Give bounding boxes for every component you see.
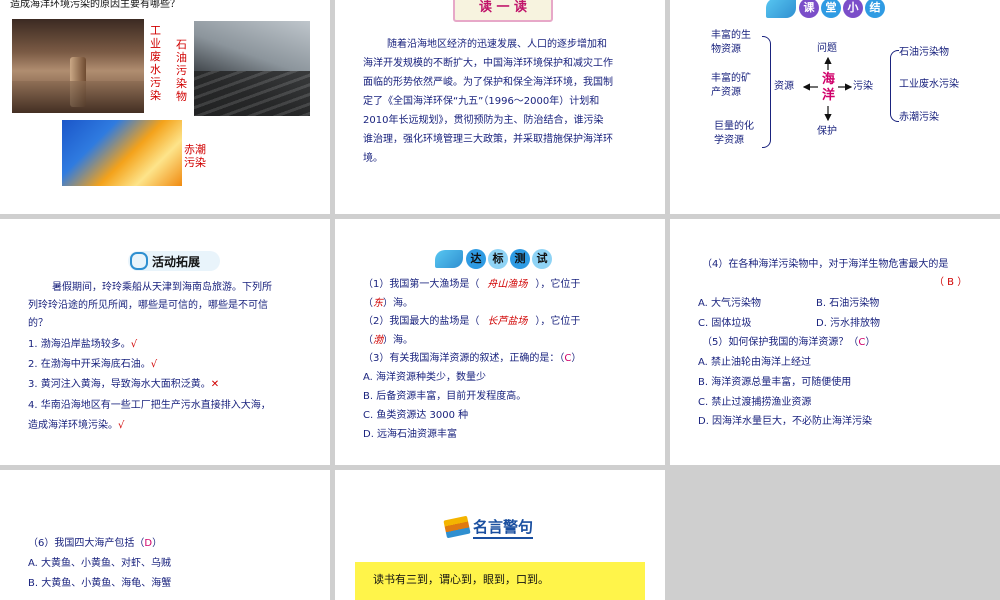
statement-4-cont: 造成海洋环境污染。√ [28, 420, 125, 431]
slide-test: 达 标 测 试 （1）我国第一大渔场是（ 舟山渔场 ），它位于 （东）海。 （2）我… [335, 219, 665, 465]
q3-option-d: D. 远海石油资源丰富 [363, 429, 458, 440]
q5-line: （5）如何保护我国的海洋资源？（C） [702, 337, 876, 348]
oil-pollutant: 石油污染物 [899, 47, 949, 58]
red-tide-photo [62, 120, 182, 186]
q4-line: （4）在各种海洋污染物中，对于海洋生物危害最大的是 [702, 259, 949, 270]
q3-option-c: C. 鱼类资源达 3000 种 [363, 410, 469, 421]
reading-line-4: 定了《全国海洋环保“九五”（1996～2000年）计划和 [363, 96, 600, 107]
reading-line-5: 2010年长远规划》，贯彻预防为主、防治结合，谁污染 [363, 115, 604, 126]
slide-summary: 课 堂 小 结 丰富的生 物资源 丰富的矿 产资源 巨量的化 学资源 资源 问题 海洋… [670, 0, 1000, 214]
statement-1: 1. 渤海沿岸盐场较多。√ [28, 339, 138, 350]
q6-option-b: B. 大黄鱼、小黄鱼、海龟、海蟹 [28, 578, 172, 589]
red-tide: 赤潮污染 [899, 112, 939, 123]
test-title-char-1: 达 [466, 249, 486, 269]
q2-line-2: （渤）海。 [363, 335, 413, 346]
q5-option-b: B. 海洋资源总量丰富，可随便使用 [698, 377, 852, 388]
intro-line-1: 暑假期间，玲玲乘船从天津到海南岛旅游。下列所 [52, 282, 272, 293]
reading-line-1: 随着沿海地区经济的迅速发展、人口的逐步增加和 [387, 39, 607, 50]
book-icon [435, 250, 463, 268]
question-text: 造成海洋环境污染的原因主要有哪些？ [10, 0, 180, 10]
intro-line-2: 列玲玲沿途的所见所闻，哪些是可信的，哪些是不可信 [28, 300, 268, 311]
q4-option-c: C. 固体垃圾 [698, 318, 752, 329]
slide-quote: 名言警句 读书有三到，谓心到，眼到，口到。 [335, 470, 665, 600]
books-icon [443, 515, 471, 539]
quote-box: 读书有三到，谓心到，眼到，口到。 [355, 562, 645, 600]
slide-reading: 读 一 读 随着沿海地区经济的迅速发展、人口的逐步增加和 海洋开发规模的不断扩大… [335, 0, 665, 214]
q6-option-a: A. 大黄鱼、小黄鱼、对虾、乌贼 [28, 558, 172, 569]
q4-option-b: B. 石油污染物 [816, 298, 880, 309]
q6-line: （6）我国四大海产包括（D） [28, 538, 163, 549]
q1-line-2: （东）海。 [363, 298, 413, 309]
oil-pollutant-label: 石油污染物 [176, 38, 187, 103]
test-title-banner: 达 标 测 试 [435, 247, 553, 271]
test-title-char-3: 测 [510, 249, 530, 269]
industrial-wastewater: 工业废水污染 [899, 79, 959, 90]
right-brace [890, 50, 899, 122]
statement-3: 3. 黄河注入黄海，导致海水大面积泛黄。✕ [28, 379, 220, 390]
reading-line-7: 境。 [363, 153, 383, 164]
q2-line: （2）我国最大的盐场是（ 长芦盐场 ），它位于 [363, 316, 581, 327]
slide-test-continued: （4）在各种海洋污染物中，对于海洋生物危害最大的是 （ B ） A. 大气污染物… [670, 219, 1000, 465]
reading-title: 读 一 读 [478, 0, 528, 15]
statement-2: 2. 在渤海中开采海底石油。√ [28, 359, 158, 370]
industrial-wastewater-label: 工业废水污染 [150, 24, 161, 102]
q1-line: （1）我国第一大渔场是（ 舟山渔场 ），它位于 [363, 279, 581, 290]
statement-4: 4. 华南沿海地区有一些工厂把生产污水直接排入大海， [28, 400, 271, 411]
intro-line-3: 的？ [28, 318, 48, 329]
q4-option-a: A. 大气污染物 [698, 298, 762, 309]
reading-title-banner: 读 一 读 [453, 0, 553, 22]
test-title-char-2: 标 [488, 249, 508, 269]
q5-option-d: D. 因海洋水量巨大，不必防止海洋污染 [698, 416, 873, 427]
q5-option-a: A. 禁止油轮由海洋上经过 [698, 357, 812, 368]
slide-activity: 活动拓展 暑假期间，玲玲乘船从天津到海南岛旅游。下列所 列玲玲沿途的所见所闻，哪… [0, 219, 330, 465]
q5-option-c: C. 禁止过渡捕捞渔业资源 [698, 397, 812, 408]
oil-spill-photo [194, 21, 310, 116]
q3-option-b: B. 后备资源丰富，目前开发程度高。 [363, 391, 527, 402]
reading-line-3: 面临的形势依然严峻。为了保护和保全海洋环境，我国制 [363, 77, 613, 88]
activity-title-banner: 活动拓展 [128, 251, 220, 271]
q3-option-a: A. 海洋资源种类少，数量少 [363, 372, 487, 383]
test-title-char-4: 试 [532, 249, 552, 269]
quote-title: 名言警句 [473, 516, 534, 539]
quote-title-banner: 名言警句 [443, 514, 534, 540]
quote-text: 读书有三到，谓心到，眼到，口到。 [373, 573, 549, 586]
q3-line: （3）有关我国海洋资源的叙述，正确的是：（C） [363, 353, 582, 364]
q4-answer: （ B ） [934, 277, 968, 288]
spiral-icon [130, 252, 148, 270]
reading-line-2: 海洋开发规模的不断扩大，中国海洋环境保护和减灾工作 [363, 58, 613, 69]
slide-pollution-causes: 造成海洋环境污染的原因主要有哪些？ 工业废水污染 石油污染物 赤潮 污染 [0, 0, 330, 214]
arrows-diagram [802, 56, 853, 122]
red-tide-label: 赤潮 污染 [184, 143, 206, 169]
activity-title: 活动拓展 [152, 254, 201, 269]
industrial-wastewater-photo [12, 19, 144, 113]
slide-test-q6: （6）我国四大海产包括（D） A. 大黄鱼、小黄鱼、对虾、乌贼 B. 大黄鱼、小… [0, 470, 330, 600]
reading-line-6: 谁治理，强化环境管理三大政策，并采取措施保护海洋环 [363, 134, 613, 145]
q4-option-d: D. 污水排放物 [816, 318, 881, 329]
